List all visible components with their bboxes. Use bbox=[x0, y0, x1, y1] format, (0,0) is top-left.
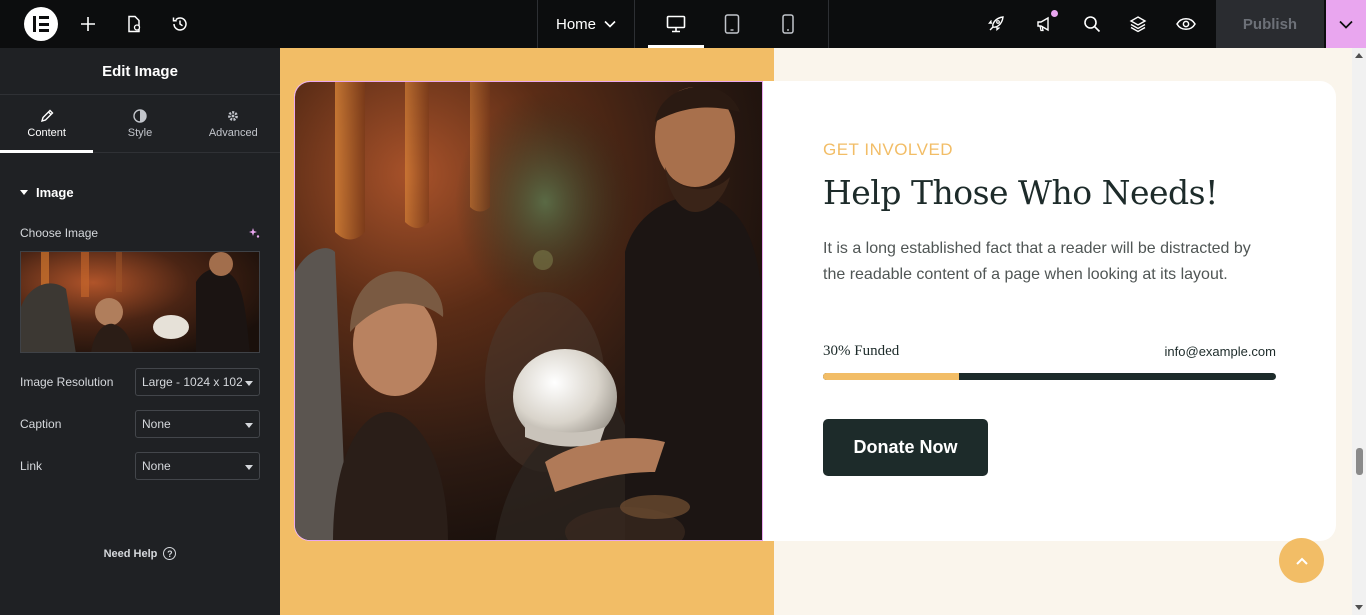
dropdown-arrow-icon bbox=[245, 465, 253, 470]
ai-sparkle-icon[interactable] bbox=[248, 227, 260, 239]
editor-panel: Edit Image Content Style Advanced Image … bbox=[0, 48, 280, 615]
tablet-icon bbox=[724, 14, 740, 34]
chevron-down-icon bbox=[604, 20, 616, 28]
add-element-icon[interactable] bbox=[76, 0, 100, 48]
eyebrow-text: GET INVOLVED bbox=[823, 140, 954, 159]
mobile-view-button[interactable] bbox=[760, 0, 816, 48]
funding-progress-fill bbox=[823, 373, 959, 380]
link-select[interactable]: None bbox=[135, 452, 260, 480]
scroll-up-arrow-icon[interactable] bbox=[1355, 53, 1363, 58]
donate-now-button[interactable]: Donate Now bbox=[823, 419, 988, 476]
megaphone-icon[interactable] bbox=[1032, 0, 1056, 48]
funded-label: 30% Funded bbox=[823, 343, 900, 359]
editor-topbar: Home Publish bbox=[0, 0, 1366, 48]
canvas-scrollbar[interactable] bbox=[1352, 48, 1366, 615]
choose-image-row: Choose Image bbox=[20, 226, 260, 240]
dropdown-arrow-icon bbox=[245, 381, 253, 386]
contact-email[interactable]: info@example.com bbox=[1165, 344, 1276, 359]
image-preview-thumbnail[interactable] bbox=[20, 251, 260, 353]
scroll-to-top-button[interactable] bbox=[1279, 538, 1324, 583]
history-icon[interactable] bbox=[168, 0, 192, 48]
image-resolution-select[interactable]: Large - 1024 x 1024 bbox=[135, 368, 260, 396]
page-selector[interactable]: Home bbox=[537, 0, 635, 48]
tab-content[interactable]: Content bbox=[0, 95, 94, 153]
panel-title: Edit Image bbox=[0, 48, 280, 95]
contrast-icon bbox=[133, 108, 147, 123]
page-settings-icon[interactable] bbox=[122, 0, 146, 48]
panel-tabs: Content Style Advanced bbox=[0, 95, 280, 153]
image-thumbnail-art bbox=[21, 252, 259, 352]
divider bbox=[828, 0, 829, 48]
section-title: Image bbox=[36, 184, 74, 200]
chevron-down-icon bbox=[1339, 20, 1353, 29]
chevron-up-icon bbox=[1295, 557, 1308, 565]
tab-advanced-label: Advanced bbox=[208, 126, 258, 139]
tab-advanced[interactable]: Advanced bbox=[187, 95, 280, 152]
need-help-label: Need Help bbox=[103, 547, 158, 560]
link-label: Link bbox=[20, 459, 43, 473]
image-resolution-label: Image Resolution bbox=[20, 375, 114, 389]
link-control: Link None bbox=[20, 452, 260, 480]
page-headline: Help Those Who Needs! bbox=[823, 173, 1218, 212]
donation-card: GET INVOLVED Help Those Who Needs! It is… bbox=[294, 81, 1336, 541]
description-text: It is a long established fact that a rea… bbox=[823, 240, 1251, 283]
image-resolution-control: Image Resolution Large - 1024 x 1024 bbox=[20, 368, 260, 396]
image-section-toggle[interactable]: Image bbox=[0, 153, 280, 231]
elementor-logo-icon[interactable] bbox=[24, 7, 58, 41]
caption-control: Caption None bbox=[20, 410, 260, 438]
donation-photo-art bbox=[295, 82, 762, 540]
caption-value: None bbox=[142, 417, 171, 431]
dropdown-arrow-icon bbox=[245, 423, 253, 428]
mobile-icon bbox=[782, 14, 794, 34]
scrollbar-thumb[interactable] bbox=[1356, 448, 1363, 475]
search-icon[interactable] bbox=[1080, 0, 1104, 48]
notification-dot bbox=[1051, 10, 1058, 17]
funding-progress-bar bbox=[823, 373, 1276, 380]
publish-button[interactable]: Publish bbox=[1216, 0, 1324, 48]
scroll-down-arrow-icon[interactable] bbox=[1355, 605, 1363, 610]
caret-down-icon bbox=[20, 189, 28, 195]
caption-select[interactable]: None bbox=[135, 410, 260, 438]
rocket-icon[interactable] bbox=[984, 0, 1008, 48]
desktop-icon bbox=[666, 15, 686, 33]
need-help-link[interactable]: Need Help ? bbox=[0, 547, 280, 560]
donation-image[interactable] bbox=[294, 81, 763, 541]
image-resolution-value: Large - 1024 x 1024 bbox=[142, 375, 242, 389]
gear-icon bbox=[228, 110, 239, 121]
layers-icon[interactable] bbox=[1126, 0, 1150, 48]
choose-image-label: Choose Image bbox=[20, 226, 99, 240]
tab-style[interactable]: Style bbox=[93, 95, 186, 152]
question-icon: ? bbox=[163, 547, 177, 560]
desktop-view-button[interactable] bbox=[648, 0, 704, 48]
publish-options-button[interactable] bbox=[1326, 0, 1366, 48]
caption-label: Caption bbox=[20, 417, 62, 431]
tab-style-label: Style bbox=[127, 126, 153, 139]
tab-content-label: Content bbox=[27, 126, 66, 139]
page-selector-label: Home bbox=[555, 15, 596, 33]
tablet-view-button[interactable] bbox=[704, 0, 760, 48]
pencil-icon bbox=[40, 109, 54, 122]
preview-eye-icon[interactable] bbox=[1174, 0, 1198, 48]
link-value: None bbox=[142, 459, 171, 473]
preview-canvas: GET INVOLVED Help Those Who Needs! It is… bbox=[280, 48, 1352, 615]
